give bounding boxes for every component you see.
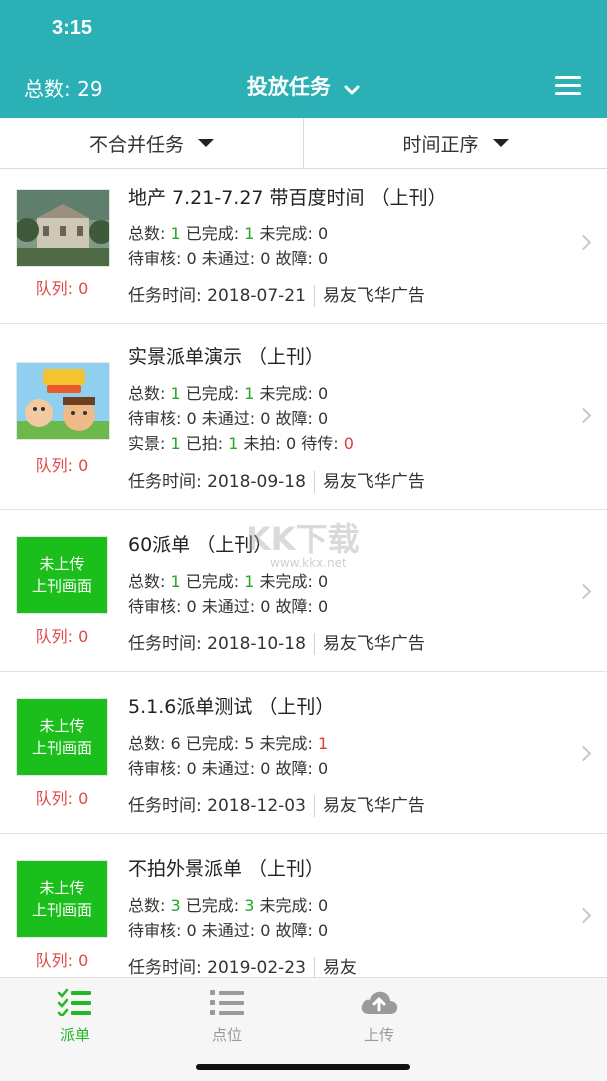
task-time: 任务时间: 2018-09-18 — [128, 472, 306, 492]
task-time-row: 任务时间: 2018-07-21 易友飞华广告 — [128, 281, 425, 307]
merge-filter-dropdown[interactable]: 不合并任务 — [0, 118, 303, 168]
filter-bar: 不合并任务 时间正序 — [0, 118, 607, 169]
thumb-text: 未上传 — [39, 555, 85, 573]
caret-down-icon — [492, 139, 509, 147]
not-uploaded-thumbnail: 未上传 上刊画面 — [16, 860, 108, 938]
task-review-line: 待审核: 0 未通过: 0 故障: 0 — [128, 597, 329, 616]
chevron-right-icon — [575, 583, 592, 600]
queue-count: 队列: 0 — [35, 789, 89, 808]
tab-upload[interactable]: 上传 — [324, 988, 434, 1045]
task-title: 地产 7.21-7.27 带百度时间 （上刊） — [128, 187, 447, 209]
top-bar: 3:15 总数: 29 投放任务 — [0, 0, 607, 118]
task-title: 不拍外景派单 （上刊） — [128, 858, 325, 880]
task-list: 队列: 0 地产 7.21-7.27 带百度时间 （上刊） 总数: 1 已完成:… — [0, 169, 607, 995]
task-title: 5.1.6派单测试 （上刊） — [128, 696, 335, 718]
task-time-row: 任务时间: 2019-02-23 易友 — [128, 953, 357, 979]
chevron-down-icon — [344, 76, 360, 100]
tab-dispatch-label: 派单 — [59, 1026, 90, 1044]
task-stats-line: 总数: 3 已完成: 3 未完成: 0 — [128, 896, 329, 915]
thumb-text: 上刊画面 — [31, 739, 92, 757]
queue-count: 队列: 0 — [35, 627, 89, 646]
task-time: 任务时间: 2018-07-21 — [128, 286, 306, 306]
task-time-row: 任务时间: 2018-09-18 易友飞华广告 — [128, 467, 425, 493]
queue-count: 队列: 0 — [35, 951, 89, 970]
watermark-logo: KK下载 — [246, 520, 360, 558]
task-company: 易友飞华广告 — [322, 472, 425, 492]
task-time-row: 任务时间: 2018-10-18 易友飞华广告 — [128, 629, 425, 655]
task-item[interactable]: 队列: 0 地产 7.21-7.27 带百度时间 （上刊） 总数: 1 已完成:… — [0, 169, 607, 324]
task-item[interactable]: 未上传 上刊画面 队列: 0 5.1.6派单测试 （上刊） 总数: 6 已完成:… — [0, 672, 607, 834]
task-stats-line: 总数: 6 已完成: 5 未完成: 1 — [128, 734, 329, 753]
caret-down-icon — [198, 139, 214, 147]
task-stats-line: 总数: 1 已完成: 1 未完成: 0 — [128, 384, 329, 403]
task-review-line: 待审核: 0 未通过: 0 故障: 0 — [128, 921, 329, 940]
chevron-right-icon — [575, 907, 592, 924]
status-time: 3:15 — [52, 17, 93, 39]
task-stats-line: 总数: 1 已完成: 1 未完成: 0 — [128, 572, 329, 591]
task-item[interactable]: 队列: 0 实景派单演示 （上刊） 总数: 1 已完成: 1 未完成: 0 待审… — [0, 324, 607, 510]
sort-filter-dropdown[interactable]: 时间正序 — [303, 118, 607, 168]
chevron-right-icon — [575, 745, 592, 762]
tab-upload-label: 上传 — [363, 1026, 394, 1044]
tab-points-label: 点位 — [211, 1026, 242, 1044]
chevron-right-icon — [575, 234, 592, 251]
task-company: 易友飞华广告 — [322, 796, 425, 816]
thumb-text: 未上传 — [39, 717, 85, 735]
task-company: 易友 — [322, 958, 357, 978]
checklist-icon — [20, 988, 130, 1020]
chevron-right-icon — [575, 407, 592, 424]
page-title: 投放任务 — [246, 75, 331, 99]
task-time: 任务时间: 2018-10-18 — [128, 634, 306, 654]
task-thumbnail-image — [15, 189, 113, 267]
thumb-text: 未上传 — [39, 879, 85, 897]
task-time-row: 任务时间: 2018-12-03 易友飞华广告 — [128, 791, 425, 817]
cloud-upload-icon — [324, 988, 434, 1020]
merge-filter-label: 不合并任务 — [88, 133, 184, 156]
watermark-url: www.kkx.net — [270, 556, 347, 570]
thumb-text: 上刊画面 — [31, 577, 92, 595]
task-title: 实景派单演示 （上刊） — [128, 346, 325, 368]
menu-icon[interactable] — [555, 76, 581, 96]
task-scene-line: 实景: 1 已拍: 1 未拍: 0 待传: 0 — [128, 434, 354, 453]
not-uploaded-thumbnail: 未上传 上刊画面 — [16, 698, 108, 776]
tab-dispatch[interactable]: 派单 — [20, 988, 130, 1045]
sort-filter-label: 时间正序 — [402, 133, 479, 156]
task-thumbnail-image — [16, 362, 110, 440]
task-review-line: 待审核: 0 未通过: 0 故障: 0 — [128, 249, 329, 268]
task-stats-line: 总数: 1 已完成: 1 未完成: 0 — [128, 224, 329, 243]
list-icon — [172, 988, 282, 1020]
task-company: 易友飞华广告 — [322, 634, 425, 654]
thumb-text: 上刊画面 — [31, 901, 92, 919]
not-uploaded-thumbnail: 未上传 上刊画面 — [16, 536, 108, 614]
title-dropdown[interactable]: 投放任务 — [0, 71, 607, 101]
tab-points[interactable]: 点位 — [172, 988, 282, 1045]
home-indicator — [196, 1064, 410, 1070]
task-time: 任务时间: 2019-02-23 — [128, 958, 306, 978]
queue-count: 队列: 0 — [35, 456, 89, 475]
task-review-line: 待审核: 0 未通过: 0 故障: 0 — [128, 409, 329, 428]
task-review-line: 待审核: 0 未通过: 0 故障: 0 — [128, 759, 329, 778]
task-company: 易友飞华广告 — [322, 286, 425, 306]
task-time: 任务时间: 2018-12-03 — [128, 796, 306, 816]
queue-count: 队列: 0 — [35, 279, 89, 298]
